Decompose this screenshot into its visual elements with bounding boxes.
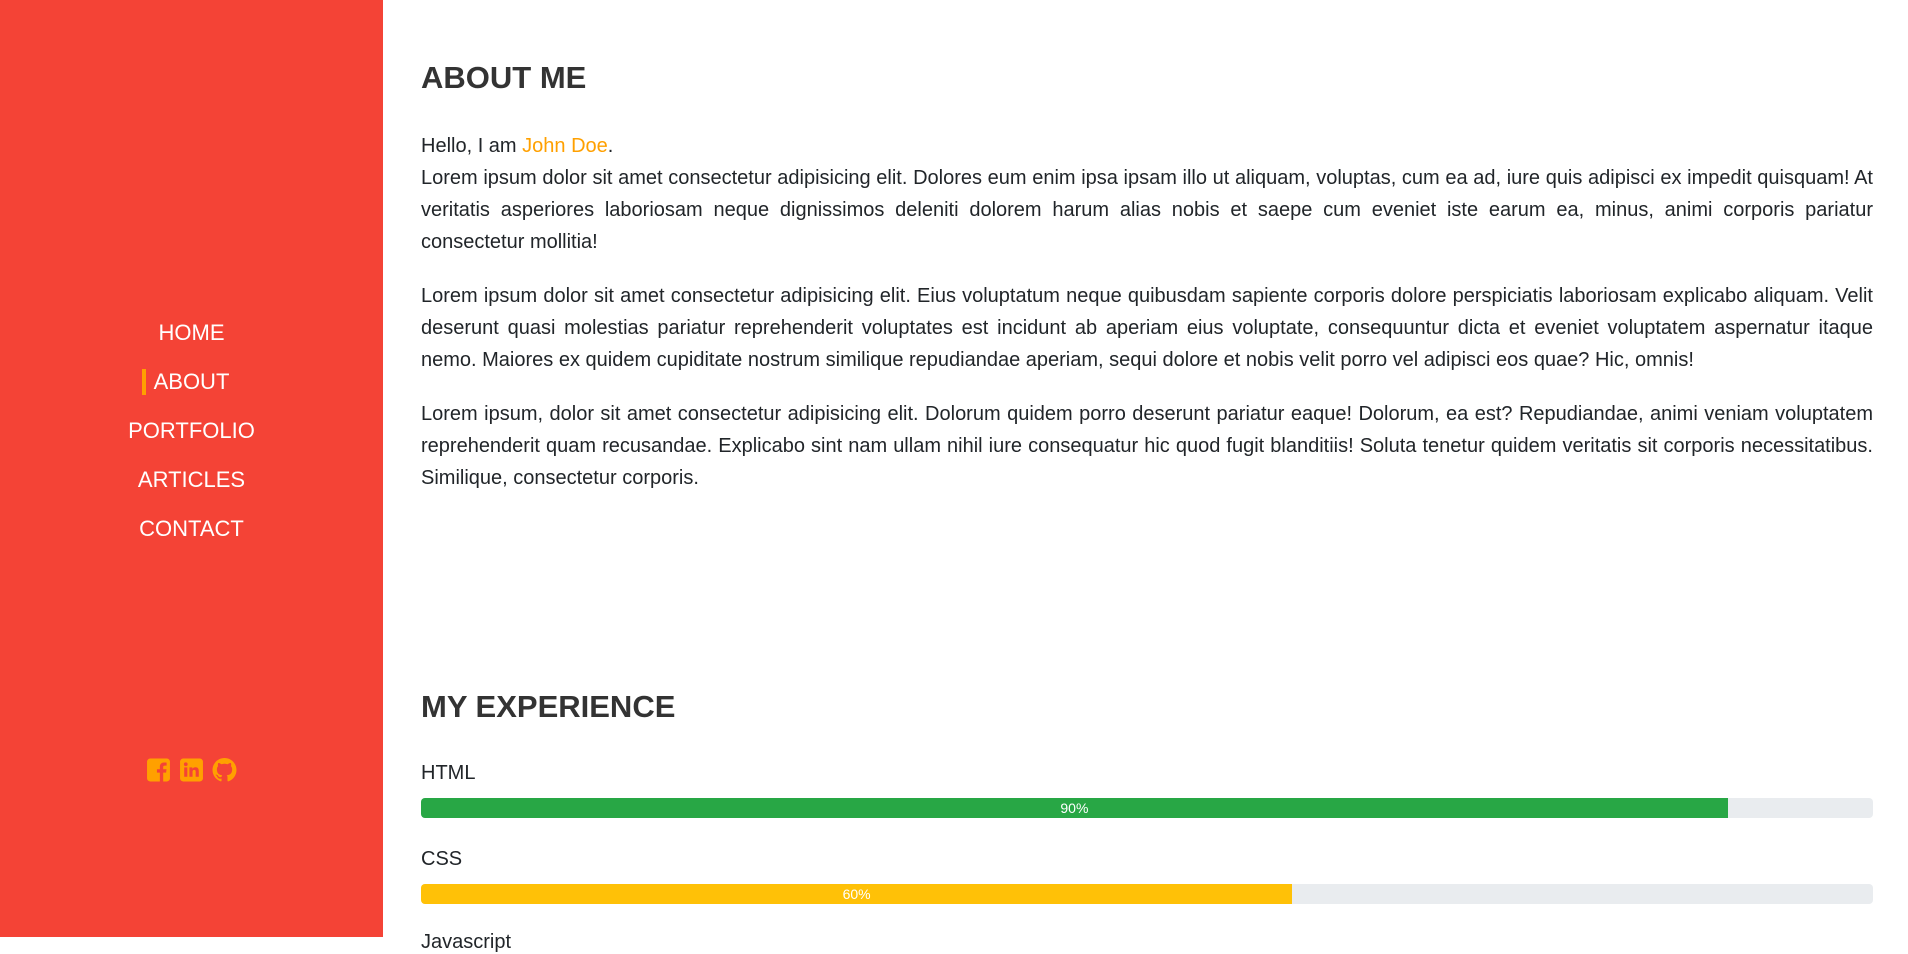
skill-label: CSS — [421, 848, 463, 870]
main-nav: HOME ABOUT PORTFOLIO ARTICLES CONTACT — [0, 308, 383, 553]
greeting-prefix: Hello, I am — [421, 135, 523, 157]
about-paragraph-3: Lorem ipsum, dolor sit amet consectetur … — [421, 403, 1873, 489]
about-paragraph-2: Lorem ipsum dolor sit amet consectetur a… — [421, 285, 1873, 371]
progress-fill: 60% — [421, 884, 1293, 904]
skill-label: Javascript — [421, 931, 512, 953]
skill-javascript: Javascript — [421, 930, 1873, 954]
nav-item-portfolio: PORTFOLIO — [0, 406, 383, 455]
progress-track: 60% — [421, 884, 1873, 904]
facebook-icon[interactable] — [146, 757, 171, 783]
skill-html: HTML 90% — [421, 761, 1873, 818]
sidebar: HOME ABOUT PORTFOLIO ARTICLES CONTACT — [0, 0, 383, 937]
about-paragraph-1: Hello, I am John Doe. Lorem ipsum dolor … — [421, 130, 1873, 258]
nav-link-contact[interactable]: CONTACT — [139, 516, 244, 542]
skill-label: HTML — [421, 762, 476, 784]
about-title: ABOUT ME — [421, 60, 587, 95]
github-icon[interactable] — [212, 757, 237, 783]
nav-link-about[interactable]: ABOUT — [141, 368, 229, 395]
nav-item-articles: ARTICLES — [0, 455, 383, 504]
nav-item-home: HOME — [0, 308, 383, 357]
greeting-suffix: . — [607, 135, 614, 157]
nav-item-contact: CONTACT — [0, 504, 383, 553]
about-text: Hello, I am John Doe. Lorem ipsum dolor … — [421, 130, 1873, 516]
nav-link-home[interactable]: HOME — [159, 320, 225, 346]
linkedin-icon[interactable] — [179, 757, 204, 783]
progress-fill: 90% — [421, 798, 1728, 818]
skill-css: CSS 60% — [421, 847, 1873, 904]
nav-link-articles[interactable]: ARTICLES — [138, 467, 245, 493]
nav-link-portfolio[interactable]: PORTFOLIO — [128, 418, 255, 444]
nav-item-about: ABOUT — [0, 357, 383, 406]
about-paragraph-1-text: Lorem ipsum dolor sit amet consectetur a… — [421, 167, 1873, 253]
experience-title: MY EXPERIENCE — [421, 689, 676, 724]
progress-track: 90% — [421, 798, 1873, 818]
owner-name: John Doe — [522, 135, 608, 157]
social-links — [0, 757, 383, 783]
